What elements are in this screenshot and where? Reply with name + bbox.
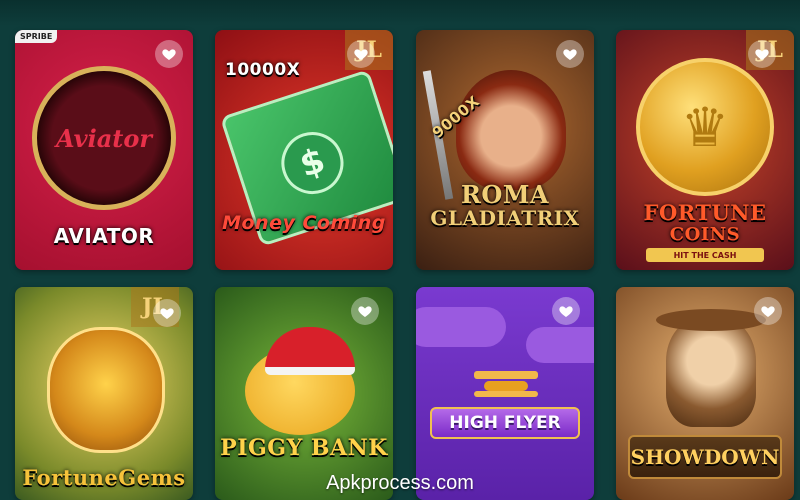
favorite-button[interactable] xyxy=(153,299,181,327)
cloud-shape xyxy=(416,307,506,347)
cowboy-image xyxy=(666,317,756,427)
game-tile-high-flyer[interactable]: HIGH FLYER xyxy=(416,287,594,500)
gladiatrix-portrait xyxy=(456,70,566,190)
favorite-button[interactable] xyxy=(754,297,782,325)
favorite-button[interactable] xyxy=(347,40,375,68)
game-title: Money Coming xyxy=(222,212,386,234)
aviator-logo-text: Aviator xyxy=(56,123,152,153)
heart-icon xyxy=(563,49,577,60)
favorite-button[interactable] xyxy=(155,40,183,68)
aviator-logo: Aviator xyxy=(32,66,176,210)
heart-icon xyxy=(160,308,174,319)
game-tile-money-coming[interactable]: JL 10000X $ Money Coming xyxy=(215,30,393,270)
game-title: AVIATOR xyxy=(53,224,155,248)
dollar-sign-icon: $ xyxy=(273,123,352,203)
game-title: PIGGY BANK xyxy=(220,435,388,461)
favorite-button[interactable] xyxy=(748,40,776,68)
game-title-line1: ROMA xyxy=(460,180,550,209)
game-title-line2: GLADIATRIX xyxy=(430,206,580,230)
heart-icon xyxy=(755,49,769,60)
game-title: SHOWDOWN xyxy=(630,445,780,469)
favorite-button[interactable] xyxy=(556,40,584,68)
heart-icon xyxy=(559,306,573,317)
crown-icon: ♛ xyxy=(680,95,730,159)
multiplier-label: 10000X xyxy=(225,60,301,80)
golden-idol-image xyxy=(47,327,165,453)
gold-coin-image: ♛ xyxy=(636,58,774,196)
game-tile-fortune-gems[interactable]: JL FortuneGems xyxy=(15,287,193,500)
game-tile-showdown[interactable]: SHOWDOWN xyxy=(616,287,794,500)
cloud-shape xyxy=(526,327,594,363)
provider-tag: SPRIBE xyxy=(15,30,58,43)
favorite-button[interactable] xyxy=(351,297,379,325)
heart-icon xyxy=(358,306,372,317)
heart-icon xyxy=(162,49,176,60)
game-tile-fortune-coins[interactable]: JL ♛ FORTUNE COINS HIT THE CASH xyxy=(616,30,794,270)
game-subtitle: HIT THE CASH xyxy=(673,250,737,260)
game-tile-aviator[interactable]: SPRIBE Aviator AVIATOR xyxy=(15,30,193,270)
game-tile-piggy-bank[interactable]: PIGGY BANK xyxy=(215,287,393,500)
title-banner: HIGH FLYER xyxy=(430,407,580,439)
game-tile-roma-gladiatrix[interactable]: 9000X ROMA GLADIATRIX xyxy=(416,30,594,270)
heart-icon xyxy=(354,49,368,60)
game-title-line1: FORTUNE xyxy=(643,200,767,225)
watermark: Apkprocess.com xyxy=(326,472,474,494)
game-grid: SPRIBE Aviator AVIATOR JL 10000X $ Money… xyxy=(0,0,800,500)
airplane-icon xyxy=(466,367,546,403)
game-title-line2: COINS xyxy=(669,224,741,245)
subtitle-ribbon: HIT THE CASH xyxy=(646,248,764,262)
cowboy-hat-image xyxy=(656,309,766,331)
favorite-button[interactable] xyxy=(552,297,580,325)
game-title: HIGH FLYER xyxy=(449,413,561,433)
heart-icon xyxy=(761,306,775,317)
